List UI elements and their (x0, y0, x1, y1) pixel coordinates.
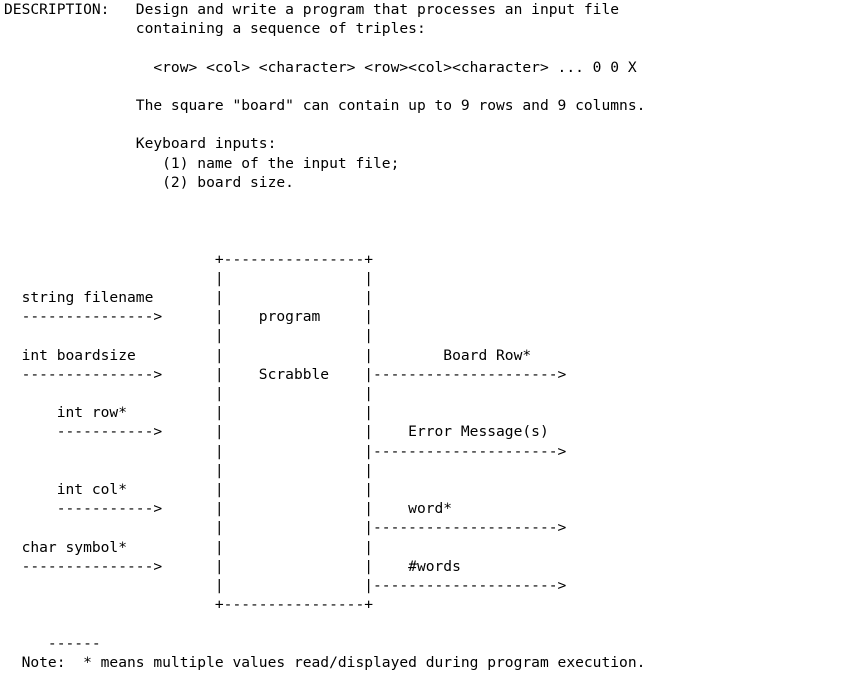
text-line-in-label-1: string filename | | (4, 288, 374, 306)
text-line-in-arrow-2: ---------------> | Scrabble |-----------… (4, 365, 567, 383)
text-line-box-r5: | | (4, 461, 374, 479)
ascii-specification-text: DESCRIPTION: Design and write a program … (4, 0, 645, 672)
text-line-in-label-3: int row* | | (4, 404, 374, 422)
text-line-in-arrow-5: ---------------> | | #words (4, 557, 461, 575)
text-line-in-label-5: char symbol* | | (4, 538, 374, 556)
text-line-box-r2: | | (4, 327, 374, 345)
text-line-box-r1: | | (4, 269, 374, 287)
text-line-desc-1: DESCRIPTION: Design and write a program … (4, 1, 620, 18)
text-line-box-bottom: +----------------+ (4, 596, 374, 614)
text-line-in-label-2: int boardsize | | Board Row* (4, 346, 532, 364)
program-specification-document: DESCRIPTION: Design and write a program … (0, 0, 864, 686)
text-line-kb-heading: Keyboard inputs: (4, 135, 277, 153)
text-line-box-top: +----------------+ (4, 250, 374, 268)
text-line-in-arrow-1: ---------------> | program | (4, 308, 374, 326)
text-line-desc-2: containing a sequence of triples: (4, 20, 426, 38)
text-line-footer-sep: ------ (4, 634, 101, 652)
text-line-box-r4: | |---------------------> (4, 442, 567, 460)
text-line-in-arrow-4: -----------> | | word* (4, 500, 453, 518)
text-line-in-label-4: int col* | | (4, 480, 374, 498)
text-line-kb-2: (2) board size. (4, 173, 294, 191)
text-line-box-r7: | |---------------------> (4, 577, 567, 594)
text-line-board-note: The square "board" can contain up to 9 r… (4, 96, 646, 114)
text-line-kb-1: (1) name of the input file; (4, 154, 400, 172)
text-line-box-r6: | |---------------------> (4, 519, 567, 537)
text-line-triples: <row> <col> <character> <row><col><chara… (4, 58, 637, 76)
text-line-in-arrow-3: -----------> | | Error Message(s) (4, 423, 549, 441)
text-line-footer-note: Note: * means multiple values read/displ… (4, 653, 646, 671)
text-line-box-r3: | | (4, 384, 374, 402)
